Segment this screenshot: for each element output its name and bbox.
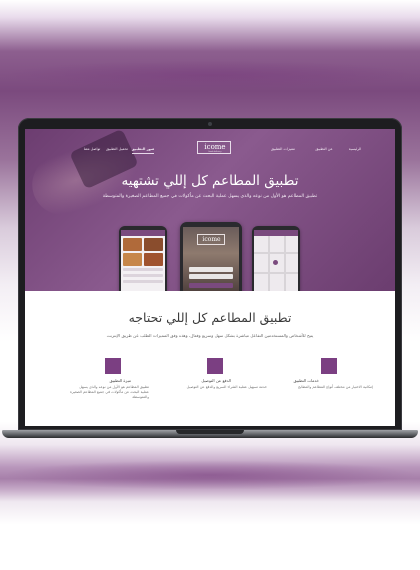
nav-screenshots[interactable]: صور التطبيق [132,147,155,151]
laptop-base-notch [176,430,244,434]
nav-contact[interactable]: تواصل معنا [84,147,101,151]
feature-title: ميزة التطبيق [109,378,132,383]
food-image [123,238,142,251]
phone-mockup-login: icome [180,222,242,291]
food-image [123,253,142,266]
hero-section: الرئيسية عن التطبيق مميزات التطبيق صور ا… [25,129,395,291]
app-screen-logo-text: icome [202,236,221,243]
feature-advantage-icon [105,358,121,374]
laptop-base [2,430,418,438]
map-pin-icon [273,260,278,265]
phone-mockup-menu [119,226,167,291]
feature-desc: تطبيق المطاعم هو الأول من نوعه والذي يسه… [70,385,149,399]
feature-desc: إمكانية الاختيار من مختلف أنواع المطاعم … [297,385,373,389]
app-screen-logo: icome [197,234,225,245]
site-logo[interactable]: icome food delivery [197,141,231,154]
laptop-bezel: الرئيسية عن التطبيق مميزات التطبيق صور ا… [18,118,402,430]
hero-subtitle: تطبيق المطاعم هو الأول من نوعه والذي يسه… [102,194,318,199]
nav-features[interactable]: مميزات التطبيق [271,147,295,151]
section-title: تطبيق المطاعم كل إللي تحتاجه [128,310,292,325]
nav-active-underline [132,153,154,154]
food-image [144,238,163,251]
hero-title: تطبيق المطاعم كل إللي تشتهيه [121,173,299,189]
nav-about[interactable]: عن التطبيق [315,147,332,151]
section-subtitle: يتيح للأشخاص والمستخدمين التفاعل مباشرة … [106,333,314,338]
feature-services-icon [321,358,337,374]
feature-desc: خدمة تسهيل عملية الشراء السريع والدفع عن… [186,385,267,389]
app-login-field [189,274,233,279]
food-image [144,253,163,266]
feature-payment-icon [207,358,223,374]
camera-dot [208,122,212,126]
feature-title: الدفع عن التوصيل [201,378,231,383]
feature-title: خدمات التطبيق [293,378,319,383]
nav-download[interactable]: تحميل التطبيق [106,147,128,151]
app-login-field [189,267,233,272]
app-login-button [189,283,233,288]
nav-home[interactable]: الرئيسية [349,147,361,151]
logo-tagline: food delivery [208,150,222,153]
phone-mockup-map [252,226,300,291]
laptop-screen: الرئيسية عن التطبيق مميزات التطبيق صور ا… [25,129,395,426]
features-section: تطبيق المطاعم كل إللي تحتاجه يتيح للأشخا… [25,291,395,426]
